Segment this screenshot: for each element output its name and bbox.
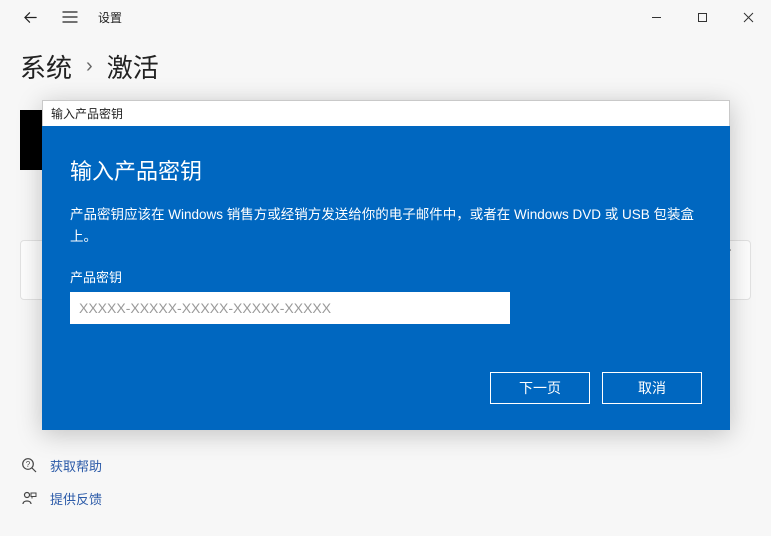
- close-button[interactable]: [725, 0, 771, 34]
- arrow-left-icon: [23, 10, 38, 25]
- dialog-titlebar: 输入产品密钥: [42, 100, 730, 126]
- product-key-label: 产品密钥: [70, 267, 702, 286]
- get-help-link[interactable]: ? 获取帮助: [20, 456, 102, 475]
- svg-text:?: ?: [25, 460, 30, 469]
- hamburger-icon: [62, 10, 78, 24]
- help-icon: ?: [20, 457, 38, 475]
- product-key-dialog: 输入产品密钥 输入产品密钥 产品密钥应该在 Windows 销售方或经销方发送给…: [42, 100, 730, 430]
- obscured-panel: [20, 110, 42, 170]
- dialog-window-title: 输入产品密钥: [51, 107, 123, 121]
- minimize-button[interactable]: [633, 0, 679, 34]
- feedback-icon: [20, 490, 38, 508]
- maximize-icon: [697, 12, 708, 23]
- close-icon: [743, 12, 754, 23]
- breadcrumb-root[interactable]: 系统: [20, 48, 72, 85]
- cancel-button[interactable]: 取消: [602, 372, 702, 404]
- titlebar: 设置: [0, 0, 771, 34]
- breadcrumb-current: 激活: [107, 48, 159, 85]
- app-title: 设置: [98, 9, 122, 26]
- give-feedback-link[interactable]: 提供反馈: [20, 489, 102, 508]
- dialog-heading: 输入产品密钥: [70, 154, 702, 186]
- breadcrumb: 系统 › 激活: [0, 34, 771, 103]
- dialog-description: 产品密钥应该在 Windows 销售方或经销方发送给你的电子邮件中，或者在 Wi…: [70, 204, 702, 247]
- give-feedback-label: 提供反馈: [50, 489, 102, 508]
- nav-menu-button[interactable]: [54, 1, 86, 33]
- breadcrumb-separator: ›: [86, 55, 93, 78]
- back-button[interactable]: [14, 1, 46, 33]
- product-key-input[interactable]: [70, 292, 510, 324]
- minimize-icon: [651, 12, 662, 23]
- get-help-label: 获取帮助: [50, 456, 102, 475]
- maximize-button[interactable]: [679, 0, 725, 34]
- next-button[interactable]: 下一页: [490, 372, 590, 404]
